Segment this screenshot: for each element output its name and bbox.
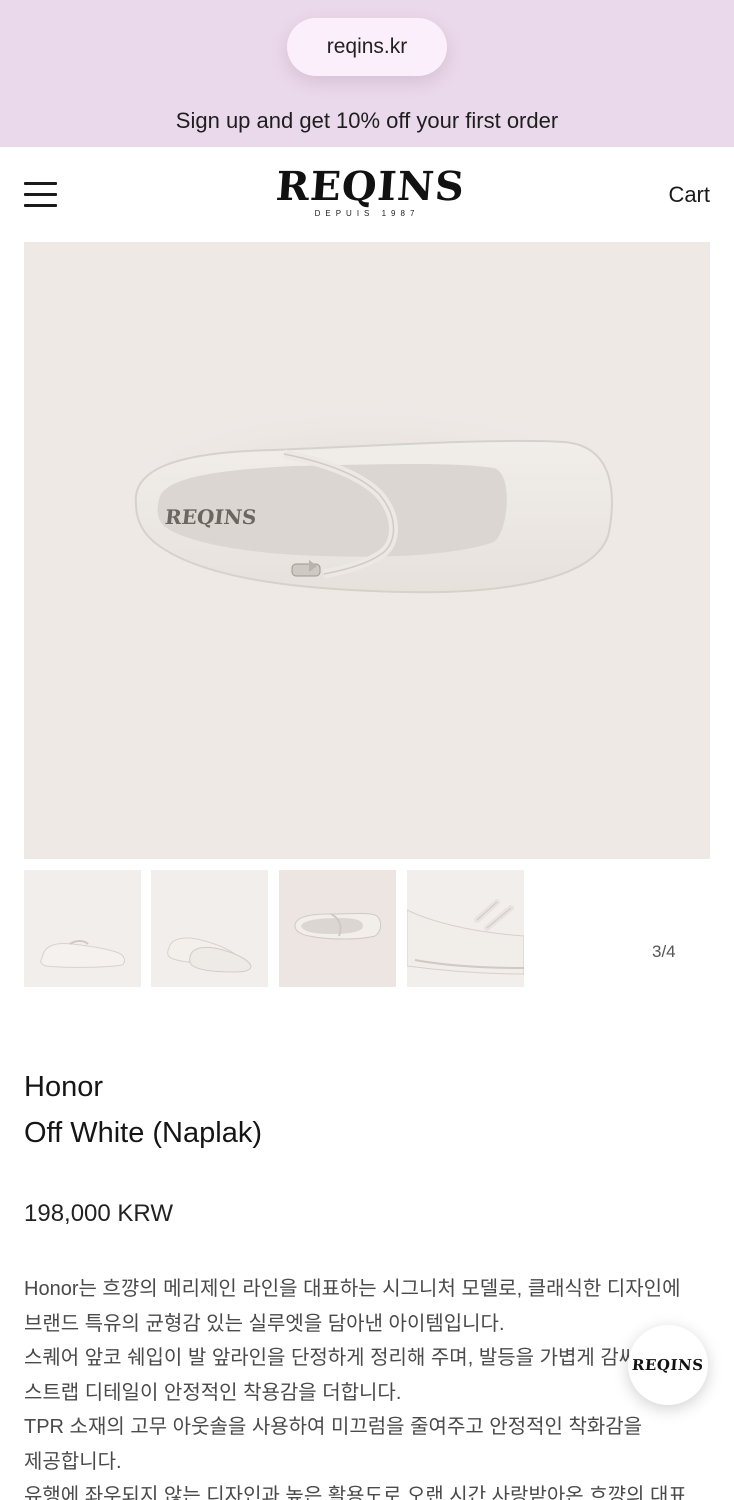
product-color-variant: Off White (Naplak): [24, 1117, 262, 1149]
thumbnail-4[interactable]: [407, 870, 524, 987]
site-header: REQINS DEPUIS 1987 Cart: [0, 147, 734, 242]
product-price: 198,000 KRW: [24, 1200, 173, 1227]
thumbnail-3[interactable]: [279, 870, 396, 987]
logo-tagline: DEPUIS 1987: [314, 209, 420, 218]
description-line: 브랜드 특유의 균형감 있는 실루엣을 담아낸 아이템입니다.: [24, 1312, 505, 1335]
cart-link[interactable]: Cart: [668, 182, 710, 208]
shoe-detail-thumbnail: [407, 899, 524, 975]
shoe-top-view-image: REQINS: [99, 400, 639, 594]
brand-logo[interactable]: REQINS DEPUIS 1987: [274, 163, 467, 223]
description-line: 유행에 좌우되지 않는 디자인과 높은 활용도로 오랜 시간 사랑받아온 흐꺙의…: [24, 1485, 687, 1500]
browser-top-area: reqins.kr Sign up and get 10% off your f…: [0, 0, 734, 147]
thumbnail-1[interactable]: [24, 870, 141, 987]
product-title: Honor Off White (Naplak): [24, 1064, 262, 1156]
logo-wordmark: REQINS: [274, 163, 467, 210]
product-description: Honor는 흐꺙의 메리제인 라인을 대표하는 시그니처 모델로, 클래식한 …: [24, 1272, 714, 1500]
description-line: Honor는 흐꺙의 메리제인 라인을 대표하는 시그니처 모델로, 클래식한 …: [24, 1278, 681, 1300]
gallery-counter: 3/4: [652, 942, 676, 961]
product-name: Honor: [24, 1071, 103, 1103]
floating-button-logo: REQINS: [631, 1356, 705, 1374]
hamburger-menu-icon[interactable]: [24, 182, 57, 208]
description-line: TPR 소재의 고무 아웃솔을 사용하여 미끄럼을 줄여주고 안정적인 착화감을: [24, 1416, 643, 1438]
description-line: 제공합니다.: [24, 1450, 122, 1473]
main-product-image[interactable]: REQINS: [24, 242, 710, 859]
shoe-side-thumbnail: [40, 940, 125, 968]
thumbnail-2[interactable]: [151, 870, 268, 987]
url-bar[interactable]: reqins.kr: [287, 18, 447, 76]
shoe-top-thumbnail: [294, 913, 382, 940]
floating-brand-button[interactable]: REQINS: [628, 1325, 708, 1405]
description-line: 스퀘어 앞코 쉐입이 발 앞라인을 단정하게 정리해 주며, 발등을 가볍게 감…: [24, 1347, 656, 1369]
description-line: 스트랩 디테일이 안정적인 착용감을 더합니다.: [24, 1381, 402, 1404]
shoe-pair-thumbnail: [167, 937, 252, 973]
promo-banner-text[interactable]: Sign up and get 10% off your first order: [0, 108, 734, 134]
insole-logo: REQINS: [164, 505, 258, 529]
